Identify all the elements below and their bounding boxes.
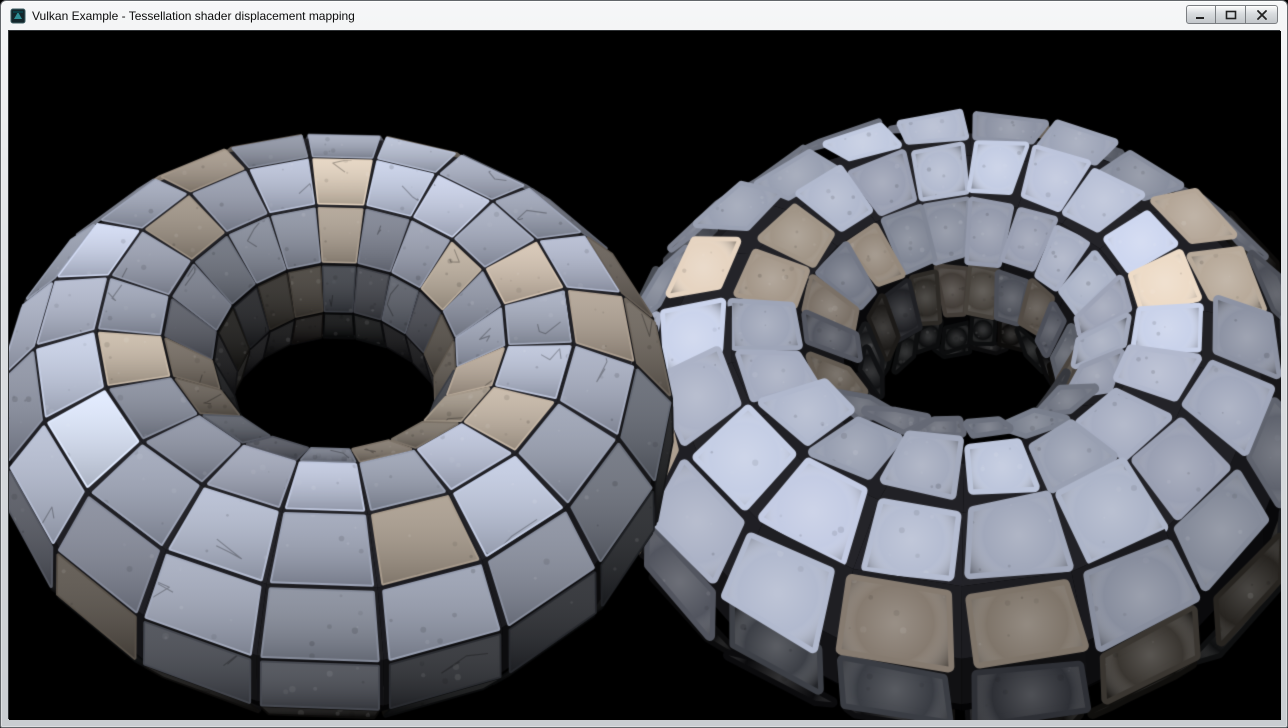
maximize-button[interactable]: [1216, 5, 1246, 24]
app-window: Vulkan Example - Tessellation shader dis…: [0, 0, 1288, 728]
maximize-icon: [1225, 10, 1237, 20]
close-button[interactable]: [1246, 5, 1278, 24]
vulkan-render-canvas[interactable]: [9, 31, 1281, 720]
close-icon: [1256, 10, 1268, 20]
minimize-button[interactable]: [1186, 5, 1216, 24]
window-controls: [1186, 5, 1278, 24]
app-icon: [10, 8, 26, 24]
minimize-icon: [1195, 10, 1207, 20]
window-title: Vulkan Example - Tessellation shader dis…: [32, 9, 355, 23]
titlebar[interactable]: Vulkan Example - Tessellation shader dis…: [1, 1, 1287, 30]
render-viewport: [8, 30, 1280, 719]
